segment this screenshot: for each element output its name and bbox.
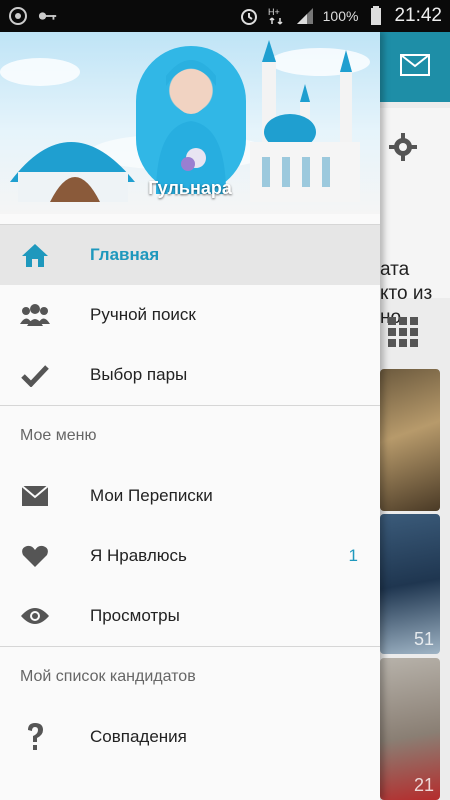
menu-item-label: Мои Переписки (90, 486, 213, 505)
status-bar: H+ 100% 21:42 (0, 0, 450, 32)
battery-percent: 100% (322, 8, 359, 24)
check-icon (20, 360, 50, 390)
heart-icon (20, 541, 50, 571)
users-icon (20, 300, 50, 330)
mail-icon (20, 481, 50, 511)
svg-text:H+: H+ (268, 7, 280, 17)
home-icon (20, 240, 50, 270)
network-hplus-icon: H+ (267, 6, 287, 26)
battery-icon (366, 6, 386, 26)
menu-item-label: Выбор пары (90, 365, 188, 384)
clock: 21:42 (394, 5, 442, 26)
key-icon (38, 6, 58, 26)
menu-item-likes[interactable]: Я Нравлюсь 1 (0, 526, 380, 586)
menu-item-label: Главная (90, 245, 160, 264)
likes-count-badge: 1 (348, 546, 358, 565)
background-app: ата кто из но 51 21 (380, 32, 450, 800)
menu-item-messages[interactable]: Мои Переписки (0, 466, 380, 526)
mail-icon[interactable] (400, 53, 430, 81)
menu-item-label: Просмотры (90, 606, 180, 625)
menu-item-manual-search[interactable]: Ручной поиск (0, 285, 380, 345)
user-name[interactable]: Гульнара (0, 178, 380, 199)
menu-item-label: Я Нравлюсь (90, 546, 187, 565)
question-icon (20, 722, 50, 752)
menu-item-pair-selection[interactable]: Выбор пары (0, 345, 380, 405)
gear-icon[interactable] (388, 132, 418, 167)
navigation-drawer: Гульнара Главная Ручной поиск Выбор пары… (0, 32, 380, 800)
eye-icon (20, 601, 50, 631)
app-toolbar (380, 32, 450, 102)
menu-item-views[interactable]: Просмотры (0, 586, 380, 646)
section-header: Мое меню (20, 427, 97, 444)
menu-item-label: Совпадения (90, 727, 187, 746)
grid-icon[interactable] (388, 317, 418, 352)
alarm-icon (239, 6, 259, 26)
shield-icon (8, 6, 28, 26)
menu-item-matches[interactable]: Совпадения (0, 707, 380, 767)
photo-count: 51 (413, 629, 434, 649)
profile-photo[interactable]: 51 (380, 514, 440, 654)
menu-item-home[interactable]: Главная (0, 225, 380, 285)
photo-count: 21 (413, 775, 434, 795)
background-card: ата кто из но (380, 108, 450, 328)
signal-icon (295, 6, 315, 26)
menu-item-label: Ручной поиск (90, 305, 196, 324)
profile-photo[interactable] (380, 369, 440, 511)
section-header: Мой список кандидатов (20, 668, 196, 685)
drawer-header: Гульнара (0, 32, 380, 214)
avatar[interactable] (136, 46, 246, 194)
profile-photo[interactable]: 21 (380, 658, 440, 800)
